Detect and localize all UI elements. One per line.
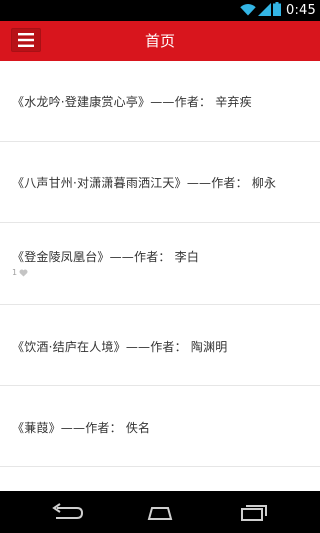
page-title: 首页 bbox=[144, 32, 175, 50]
list-item[interactable]: 《蒹葭》——作者： 佚名 bbox=[0, 386, 320, 467]
heart-icon bbox=[19, 269, 28, 277]
list-item-text: 《蒹葭》——作者： 佚名 bbox=[12, 421, 151, 435]
recent-apps-icon bbox=[241, 505, 267, 521]
list-item[interactable]: 《登金陵凤凰台》——作者： 李白 1 bbox=[0, 223, 320, 305]
poem-list: 《水龙吟·登建康赏心亭》——作者： 辛弃疾 《八声甘州·对潇潇暮雨洒江天》——作… bbox=[0, 61, 320, 491]
back-icon bbox=[52, 503, 84, 519]
list-item-text: 《登金陵凤凰台》——作者： 李白 bbox=[12, 250, 200, 264]
list-item[interactable]: 《水龙吟·登建康赏心亭》——作者： 辛弃疾 bbox=[0, 61, 320, 142]
list-item[interactable]: 《八声甘州·对潇潇暮雨洒江天》——作者： 柳永 bbox=[0, 142, 320, 223]
list-item[interactable]: 《饮酒·结庐在人境》——作者： 陶渊明 bbox=[0, 305, 320, 386]
navigation-bar bbox=[0, 491, 320, 533]
list-item-text: 《水龙吟·登建康赏心亭》——作者： 辛弃疾 bbox=[12, 95, 252, 109]
list-item-text: 《饮酒·结庐在人境》——作者： 陶渊明 bbox=[12, 340, 228, 354]
recent-apps-button[interactable] bbox=[225, 491, 285, 533]
home-button[interactable] bbox=[130, 491, 190, 533]
back-button[interactable] bbox=[37, 491, 97, 533]
signal-icon bbox=[258, 1, 271, 20]
like-count: 1 bbox=[12, 268, 18, 277]
wifi-icon bbox=[240, 1, 256, 20]
status-icons: 0:45 bbox=[240, 2, 316, 19]
action-bar: 首页 bbox=[0, 21, 320, 61]
list-item-text: 《八声甘州·对潇潇暮雨洒江天》——作者： 柳永 bbox=[12, 176, 277, 190]
status-time: 0:45 bbox=[286, 3, 316, 18]
home-icon bbox=[147, 507, 173, 520]
battery-icon bbox=[273, 1, 281, 20]
status-bar: 0:45 bbox=[0, 0, 320, 21]
like-row[interactable]: 1 bbox=[12, 268, 28, 277]
